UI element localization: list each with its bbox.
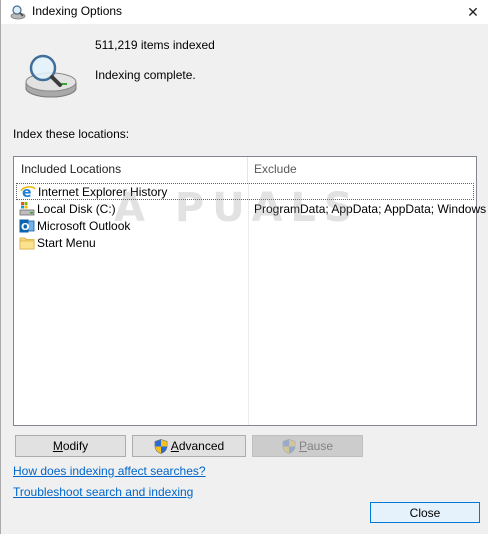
advanced-button[interactable]: Advanced (132, 435, 246, 457)
items-indexed-count: 511,219 items indexed (95, 38, 215, 52)
column-header-included[interactable]: Included Locations (14, 157, 248, 182)
location-row-ie-history[interactable]: e Internet Explorer History (16, 183, 474, 200)
indexing-help-link[interactable]: How does indexing affect searches? (13, 464, 206, 478)
modify-button[interactable]: Modify (15, 435, 126, 457)
close-icon: ✕ (467, 3, 479, 20)
outlook-icon: O (19, 219, 35, 233)
title-bar[interactable]: Indexing Options ✕ (1, 0, 488, 24)
location-name: Local Disk (C:) (37, 202, 116, 216)
local-disk-icon (19, 202, 35, 216)
location-name: Microsoft Outlook (37, 219, 131, 233)
uac-shield-icon (154, 438, 168, 454)
pause-button-hotkey: P (298, 439, 307, 453)
index-locations-label: Index these locations: (13, 127, 130, 141)
folder-icon (19, 237, 35, 250)
indexing-options-app-icon (10, 5, 26, 20)
location-row-start-menu[interactable]: Start Menu (16, 235, 474, 252)
advanced-button-label: dvanced (178, 439, 225, 453)
column-header-exclude[interactable]: Exclude (248, 157, 476, 182)
modify-button-hotkey: M (52, 439, 63, 453)
pause-button[interactable]: Pause (252, 435, 363, 457)
pause-button-label: ause (306, 439, 334, 453)
locations-list[interactable]: Included Locations Exclude e Internet Ex… (13, 156, 486, 426)
uac-shield-icon (282, 438, 296, 454)
ie-icon: e (20, 185, 36, 200)
location-name: Internet Explorer History (38, 185, 168, 199)
location-row-outlook[interactable]: O Microsoft Outlook (16, 218, 474, 235)
indexing-options-window: Indexing Options ✕ 511,219 items indexed… (0, 0, 488, 534)
modify-button-label: odify (62, 439, 89, 453)
window-title: Indexing Options (32, 4, 123, 18)
location-exclude: ProgramData; AppData; AppData; Windows (254, 202, 487, 216)
location-row-local-disk[interactable]: Local Disk (C:) ProgramData; AppData; Ap… (16, 201, 486, 218)
indexing-magnifier-drive-icon (25, 54, 77, 98)
troubleshoot-link[interactable]: Troubleshoot search and indexing (13, 485, 193, 499)
location-name: Start Menu (37, 236, 96, 250)
indexing-status-text: Indexing complete. (95, 68, 196, 82)
close-button[interactable]: Close (370, 502, 480, 523)
advanced-button-hotkey: A (170, 439, 179, 453)
svg-text:O: O (21, 222, 30, 233)
close-window-button[interactable]: ✕ (458, 0, 488, 24)
